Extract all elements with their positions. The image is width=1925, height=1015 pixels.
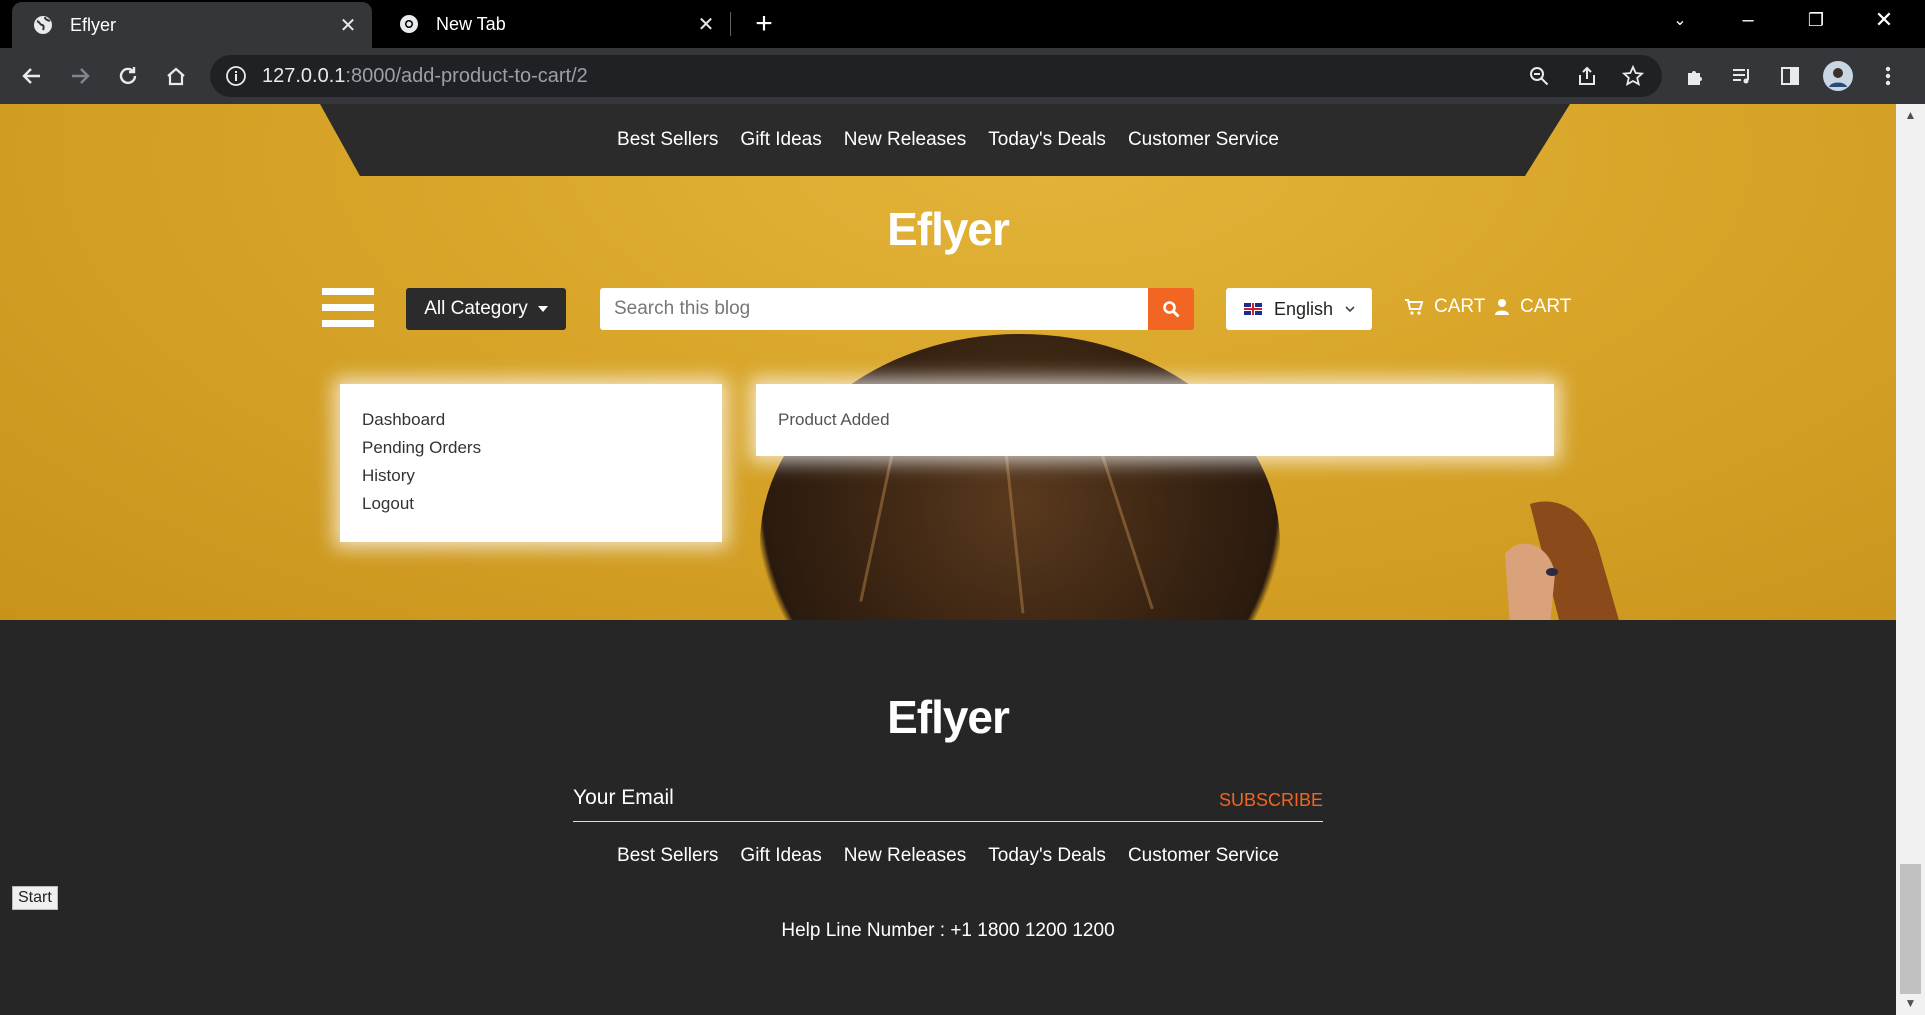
close-tab-icon[interactable]: ✕	[692, 10, 720, 38]
menu-item-pending-orders[interactable]: Pending Orders	[362, 434, 700, 462]
footer-nav-todays-deals[interactable]: Today's Deals	[988, 845, 1106, 867]
share-icon[interactable]	[1574, 63, 1600, 89]
footer-logo[interactable]: Eflyer	[0, 690, 1896, 744]
tab-title: Eflyer	[70, 14, 117, 35]
site-info-icon[interactable]	[224, 64, 248, 88]
bookmark-star-icon[interactable]	[1620, 63, 1646, 89]
globe-icon	[32, 14, 54, 36]
status-message-text: Product Added	[778, 410, 890, 429]
helpline-text: Help Line Number : +1 1800 1200 1200	[781, 920, 1115, 941]
account-menu: Dashboard Pending Orders History Logout	[340, 384, 722, 542]
tab-search-chevron-icon[interactable]: ⌄	[1656, 0, 1704, 40]
subscribe-button[interactable]: SUBSCRIBE	[1219, 790, 1323, 811]
footer-nav-new-releases[interactable]: New Releases	[844, 845, 967, 867]
minimize-icon[interactable]: –	[1724, 0, 1772, 40]
media-queue-icon[interactable]	[1726, 60, 1758, 92]
search-button[interactable]	[1148, 288, 1194, 330]
cart-label: CART	[1520, 296, 1572, 317]
nav-todays-deals[interactable]: Today's Deals	[988, 129, 1106, 151]
site-footer: Eflyer SUBSCRIBE Best Sellers Gift Ideas…	[0, 620, 1896, 1015]
browser-toolbar: 127.0.0.1:8000/add-product-to-cart/2	[0, 48, 1925, 104]
address-bar[interactable]: 127.0.0.1:8000/add-product-to-cart/2	[210, 55, 1662, 97]
chevron-down-icon	[1345, 306, 1355, 313]
new-tab-plus-icon[interactable]: +	[748, 7, 780, 40]
tab-eflyer[interactable]: Eflyer ✕	[12, 2, 372, 48]
language-label: English	[1274, 298, 1334, 319]
menu-item-history[interactable]: History	[362, 462, 700, 490]
status-message: Product Added	[756, 384, 1554, 456]
user-icon	[1495, 299, 1509, 315]
nav-gift-ideas[interactable]: Gift Ideas	[740, 129, 821, 151]
shopping-cart-icon	[1405, 299, 1424, 315]
hero-banner: Best Sellers Gift Ideas New Releases Tod…	[0, 104, 1896, 620]
scroll-down-arrow-icon[interactable]: ▼	[1903, 996, 1918, 1011]
email-field[interactable]	[573, 780, 1173, 816]
profile-avatar-icon[interactable]	[1822, 60, 1854, 92]
tab-title: New Tab	[436, 13, 506, 34]
start-button[interactable]: Start	[12, 886, 58, 910]
footer-nav-customer-service[interactable]: Customer Service	[1128, 845, 1279, 867]
page-viewport: Best Sellers Gift Ideas New Releases Tod…	[0, 104, 1896, 1015]
language-selector[interactable]: English	[1226, 288, 1372, 330]
close-window-icon[interactable]: ✕	[1860, 0, 1908, 40]
back-arrow-icon[interactable]	[16, 60, 48, 92]
cart-label: CART	[1434, 296, 1486, 317]
uk-flag-icon	[1244, 303, 1262, 315]
newsletter-form: SUBSCRIBE	[573, 780, 1323, 822]
chrome-icon	[398, 13, 420, 35]
more-menu-icon[interactable]	[1872, 60, 1904, 92]
footer-nav-gift-ideas[interactable]: Gift Ideas	[740, 845, 821, 867]
scroll-up-arrow-icon[interactable]: ▲	[1903, 108, 1918, 123]
page-scrollbar[interactable]: ▲ ▼	[1896, 104, 1925, 1015]
nav-best-sellers[interactable]: Best Sellers	[617, 129, 718, 151]
side-panel-icon[interactable]	[1774, 60, 1806, 92]
nav-customer-service[interactable]: Customer Service	[1128, 129, 1279, 151]
tab-new-tab[interactable]: New Tab ✕	[378, 0, 730, 48]
browser-tab-strip: Eflyer ✕ New Tab ✕ + ⌄ – ❐ ✕	[0, 0, 1925, 48]
account-cart-link[interactable]: CART	[1494, 296, 1571, 318]
footer-nav: Best Sellers Gift Ideas New Releases Tod…	[0, 845, 1896, 867]
top-nav: Best Sellers Gift Ideas New Releases Tod…	[0, 104, 1896, 176]
hero-image-hand-glasses-case	[1505, 501, 1619, 620]
close-tab-icon[interactable]: ✕	[334, 11, 362, 39]
footer-nav-best-sellers[interactable]: Best Sellers	[617, 845, 718, 867]
tab-separator	[730, 12, 731, 36]
forward-arrow-icon[interactable]	[64, 60, 96, 92]
url-text: 127.0.0.1:8000/add-product-to-cart/2	[262, 65, 588, 87]
zoom-icon[interactable]	[1526, 63, 1552, 89]
hamburger-menu-icon[interactable]	[322, 288, 374, 332]
caret-down-icon	[537, 306, 548, 312]
menu-item-logout[interactable]: Logout	[362, 490, 700, 518]
scrollbar-thumb[interactable]	[1900, 864, 1921, 994]
reload-icon[interactable]	[112, 60, 144, 92]
home-icon[interactable]	[160, 60, 192, 92]
cart-link[interactable]: CART	[1404, 296, 1485, 318]
extensions-puzzle-icon[interactable]	[1680, 60, 1712, 92]
menu-item-dashboard[interactable]: Dashboard	[362, 406, 700, 434]
search-icon	[1163, 301, 1180, 318]
all-category-label: All Category	[424, 298, 528, 319]
search-input[interactable]	[600, 288, 1148, 330]
restore-icon[interactable]: ❐	[1792, 0, 1840, 40]
site-logo[interactable]: Eflyer	[0, 202, 1896, 256]
nav-new-releases[interactable]: New Releases	[844, 129, 967, 151]
all-category-dropdown[interactable]: All Category	[406, 288, 566, 330]
